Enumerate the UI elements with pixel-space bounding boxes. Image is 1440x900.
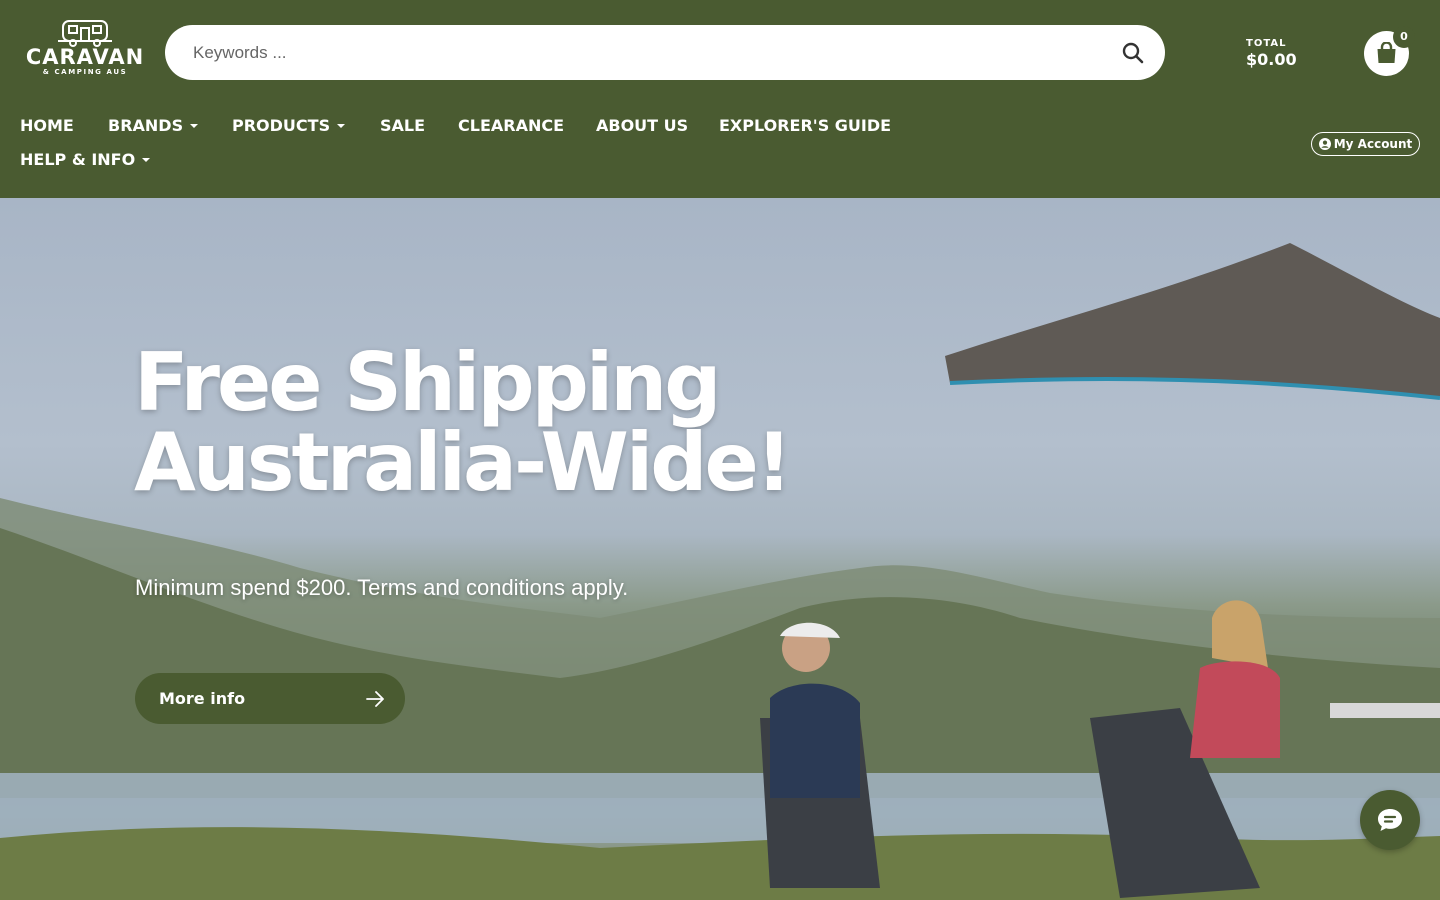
shopping-bag-icon	[1377, 42, 1396, 63]
hero-title: Free Shipping Australia-Wide!	[134, 336, 792, 509]
chat-bubble-icon	[1378, 809, 1402, 831]
cart-total-label: TOTAL	[1246, 38, 1287, 49]
nav-item-about-us[interactable]: ABOUT US	[596, 110, 688, 142]
nav-item-label: BRANDS	[108, 116, 184, 135]
search-input[interactable]	[193, 25, 1093, 80]
nav-item-label: ABOUT US	[596, 116, 689, 135]
nav-item-label: SALE	[380, 116, 426, 135]
caret-down-icon	[142, 157, 151, 162]
nav-item-products[interactable]: PRODUCTS	[232, 110, 346, 142]
my-account-button[interactable]: My Account	[1311, 132, 1420, 156]
cart-count-badge: 0	[1393, 26, 1415, 48]
site-header: CARAVAN & CAMPING AUS TOTAL $0.00 0 HOME…	[0, 0, 1440, 198]
hero-subtitle: Minimum spend $200. Terms and conditions…	[135, 575, 629, 600]
more-info-label: More info	[159, 689, 246, 708]
nav-item-label: PRODUCTS	[232, 116, 331, 135]
logo-tagline: & CAMPING AUS	[42, 68, 128, 76]
nav-item-clearance[interactable]: CLEARANCE	[458, 110, 564, 142]
hero-background-image	[0, 243, 1440, 900]
search-bar	[165, 25, 1165, 80]
caret-down-icon	[337, 123, 346, 128]
nav-item-label: CLEARANCE	[458, 116, 565, 135]
nav-item-label: EXPLORER'S GUIDE	[719, 116, 892, 135]
more-info-button[interactable]: More info	[135, 673, 405, 724]
site-logo[interactable]: CARAVAN & CAMPING AUS	[22, 18, 148, 86]
logo-wordmark: CARAVAN	[25, 45, 145, 69]
search-icon	[1122, 42, 1144, 64]
nav-item-label: HOME	[20, 116, 74, 135]
nav-item-label: HELP & INFO	[20, 150, 136, 169]
hero-title-line-2: Australia-Wide!	[134, 416, 792, 509]
nav-item-brands[interactable]: BRANDS	[108, 110, 199, 142]
hero-title-line-1: Free Shipping	[134, 336, 722, 429]
chat-widget-button[interactable]	[1360, 790, 1420, 850]
search-button[interactable]	[1119, 39, 1147, 67]
user-circle-icon	[1318, 137, 1331, 150]
nav-item-help-info[interactable]: HELP & INFO	[20, 144, 151, 176]
nav-item-explorers-guide[interactable]: EXPLORER'S GUIDE	[719, 110, 891, 142]
arrow-right-icon	[366, 691, 384, 707]
nav-item-home[interactable]: HOME	[20, 110, 74, 142]
my-account-label: My Account	[1333, 137, 1413, 151]
caravan-logo-icon	[58, 20, 112, 47]
cart-total[interactable]: TOTAL $0.00	[1246, 38, 1297, 70]
cart-total-value: $0.00	[1246, 50, 1297, 69]
nav-item-sale[interactable]: SALE	[380, 110, 425, 142]
caret-down-icon	[190, 123, 199, 128]
hero-banner: Free Shipping Australia-Wide! Minimum sp…	[0, 198, 1440, 900]
